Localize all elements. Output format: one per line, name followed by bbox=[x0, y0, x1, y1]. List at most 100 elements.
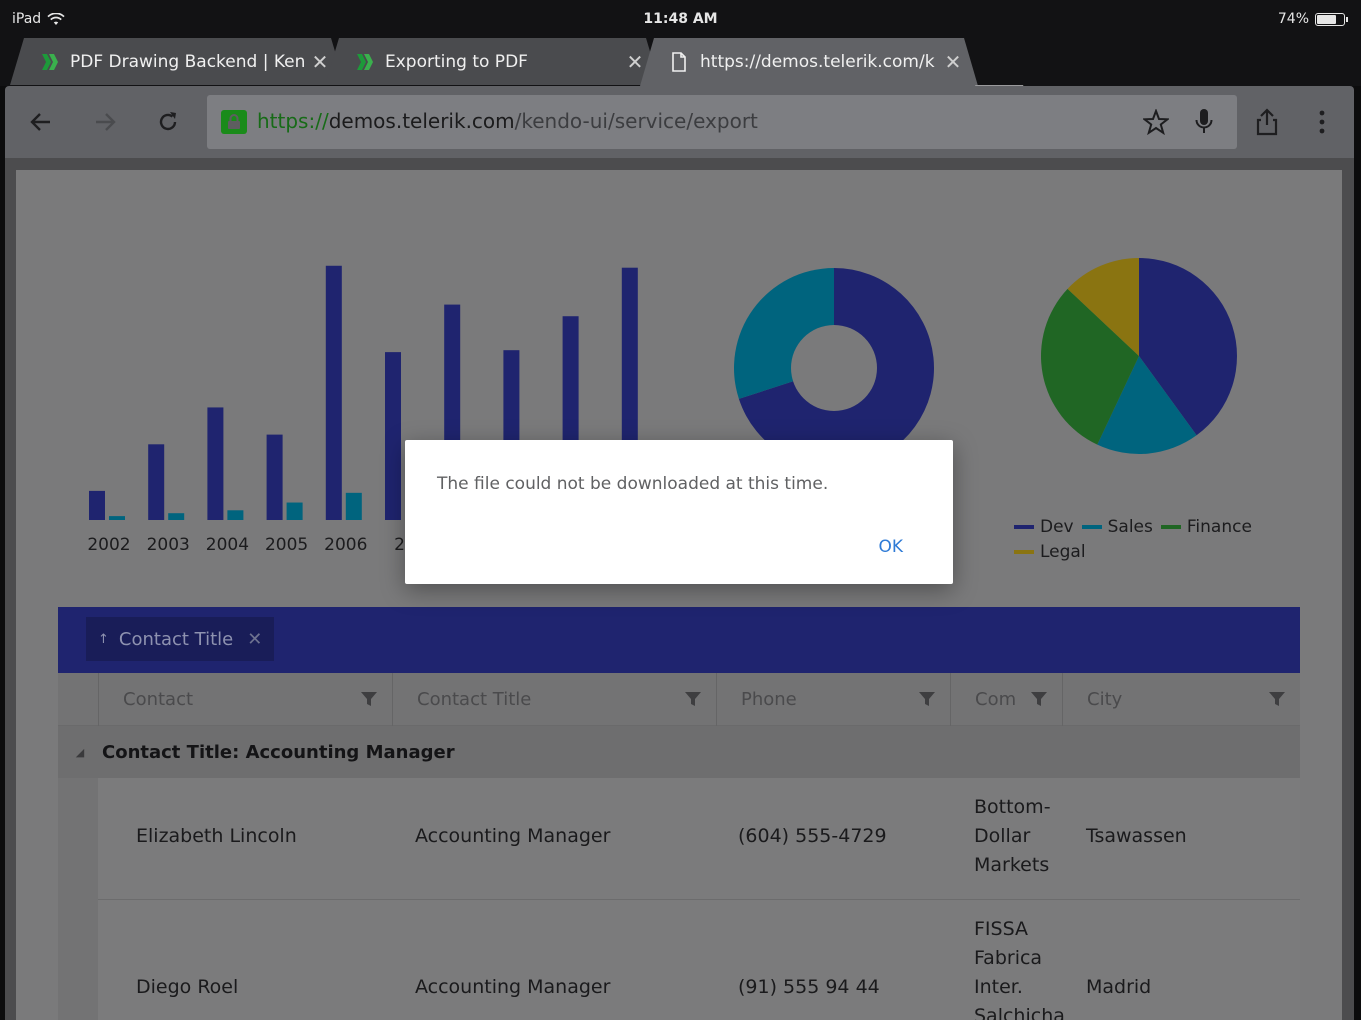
cell-title: Accounting Manager bbox=[415, 976, 611, 998]
bar-series-1 bbox=[148, 444, 165, 520]
menu-button[interactable] bbox=[1300, 100, 1344, 144]
company-line: FISSA bbox=[974, 918, 1029, 940]
cell-contact: Elizabeth Lincoln bbox=[136, 825, 297, 847]
url-scheme: https:// bbox=[257, 109, 329, 133]
ok-button[interactable]: OK bbox=[878, 537, 903, 557]
filter-icon[interactable] bbox=[360, 690, 378, 708]
legend-swatch bbox=[1014, 525, 1034, 529]
cell-city: Tsawassen bbox=[1086, 825, 1187, 847]
bookmark-star-icon[interactable] bbox=[1139, 105, 1173, 139]
legend-item-legal: Legal bbox=[1014, 541, 1086, 563]
group-chip[interactable]: ↑ Contact Title ✕ bbox=[86, 617, 275, 661]
x-tick-label: 2006 bbox=[324, 535, 367, 555]
tab-strip: PDF Drawing Backend | Ken ✕ Exporting to… bbox=[0, 38, 1361, 113]
url-text: https://demos.telerik.com/kendo-ui/servi… bbox=[257, 109, 758, 133]
bar-series-1 bbox=[325, 265, 342, 520]
cell-title: Accounting Manager bbox=[415, 825, 611, 847]
sort-ascending-icon: ↑ bbox=[98, 631, 109, 647]
microphone-icon[interactable] bbox=[1187, 105, 1221, 139]
battery-icon bbox=[1315, 12, 1348, 26]
company-line: Dollar bbox=[974, 825, 1031, 847]
arrow-right-icon bbox=[96, 113, 116, 131]
back-button[interactable] bbox=[19, 100, 63, 144]
tab-title: Exporting to PDF bbox=[385, 51, 528, 72]
battery-percent: 74% bbox=[1277, 11, 1309, 27]
column-header-city[interactable]: City bbox=[1062, 673, 1300, 726]
page-icon bbox=[668, 51, 690, 73]
filter-icon[interactable] bbox=[1268, 690, 1286, 708]
more-vertical-icon bbox=[1319, 110, 1325, 134]
legend-item-dev: Dev bbox=[1014, 516, 1074, 538]
company-line: Markets bbox=[974, 854, 1050, 876]
status-bar: iPad 11:48 AM 74% bbox=[0, 0, 1361, 38]
legend-swatch bbox=[1160, 525, 1181, 529]
group-chip-label: Contact Title bbox=[118, 628, 234, 650]
bar-series-1 bbox=[266, 434, 283, 520]
table-row[interactable]: Diego Roel Accounting Manager (91) 555 9… bbox=[98, 900, 1300, 1020]
filter-icon[interactable] bbox=[1030, 690, 1048, 708]
group-row: ◢ Contact Title: Accounting Manager bbox=[58, 726, 1300, 778]
bar-series-2 bbox=[168, 513, 185, 520]
alert-dialog: The file could not be downloaded at this… bbox=[405, 440, 953, 584]
clock: 11:48 AM bbox=[643, 11, 718, 27]
cell-phone: (91) 555 94 44 bbox=[738, 976, 880, 998]
group-row-label: Contact Title: Accounting Manager bbox=[102, 741, 455, 763]
bar-series-1 bbox=[207, 407, 224, 520]
close-icon[interactable]: ✕ bbox=[307, 50, 333, 74]
share-icon bbox=[1256, 108, 1278, 136]
filter-icon[interactable] bbox=[684, 690, 702, 708]
forward-button[interactable] bbox=[83, 100, 127, 144]
legend-item-finance: Finance bbox=[1160, 516, 1252, 538]
tab-title: PDF Drawing Backend | Ken bbox=[70, 51, 306, 72]
legend-swatch bbox=[1081, 525, 1102, 529]
column-headers: Contact Contact Title Phone Com City bbox=[58, 673, 1300, 726]
reload-button[interactable] bbox=[146, 100, 190, 144]
lock-icon bbox=[221, 110, 247, 134]
address-bar[interactable]: https://demos.telerik.com/kendo-ui/servi… bbox=[207, 95, 1237, 149]
bar-series-2 bbox=[227, 510, 244, 520]
cell-company: Bottom- Dollar Markets bbox=[974, 793, 1051, 880]
ipad-screen: iPad 11:48 AM 74% PDF Drawing Backend | … bbox=[0, 0, 1361, 1020]
cell-contact: Diego Roel bbox=[136, 976, 239, 998]
grouping-header: ↑ Contact Title ✕ bbox=[58, 607, 1300, 673]
web-page: 2002200320042005200620 DevSalesFinance L… bbox=[16, 170, 1342, 1020]
share-button[interactable] bbox=[1245, 100, 1289, 144]
dialog-message: The file could not be downloaded at this… bbox=[437, 474, 829, 494]
column-title: Contact bbox=[123, 689, 194, 710]
legend-item-sales: Sales bbox=[1081, 516, 1153, 538]
bar-series-1 bbox=[89, 490, 105, 520]
filter-icon[interactable] bbox=[918, 690, 936, 708]
reload-icon bbox=[159, 112, 177, 131]
tab-pdf-drawing-backend[interactable]: PDF Drawing Backend | Ken ✕ bbox=[10, 38, 345, 85]
company-line: Inter. bbox=[974, 976, 1023, 998]
column-title: Com bbox=[975, 689, 1017, 710]
collapse-triangle-icon[interactable]: ◢ bbox=[58, 746, 102, 759]
url-path: /kendo-ui/service/export bbox=[514, 109, 758, 133]
pie-chart bbox=[1041, 258, 1237, 454]
donut-hole bbox=[791, 325, 877, 411]
tab-telerik-demos[interactable]: https://demos.telerik.com/k ✕ bbox=[640, 38, 978, 86]
browser-toolbar: https://demos.telerik.com/kendo-ui/servi… bbox=[5, 86, 1354, 158]
legend-label: Dev bbox=[1040, 517, 1074, 537]
cell-company: FISSA Fabrica Inter. Salchicha bbox=[974, 915, 1065, 1020]
status-right: 74% bbox=[1277, 11, 1348, 27]
x-tick-label: 2004 bbox=[206, 535, 249, 555]
tab-exporting-to-pdf[interactable]: Exporting to PDF ✕ bbox=[325, 38, 660, 85]
legend-swatch bbox=[1014, 550, 1034, 554]
legend-label: Legal bbox=[1040, 542, 1086, 562]
battery-fill bbox=[1317, 14, 1336, 24]
column-title: Contact Title bbox=[417, 689, 532, 710]
column-header-contact[interactable]: Contact bbox=[98, 673, 392, 726]
column-header-contact-title[interactable]: Contact Title bbox=[392, 673, 716, 726]
cell-city: Madrid bbox=[1086, 976, 1152, 998]
x-tick-label: 2005 bbox=[265, 535, 308, 555]
table-row[interactable]: Elizabeth Lincoln Accounting Manager (60… bbox=[98, 778, 1300, 900]
bar-series-1 bbox=[385, 352, 401, 520]
remove-group-icon[interactable]: ✕ bbox=[247, 629, 262, 650]
close-icon[interactable]: ✕ bbox=[622, 50, 648, 74]
grid-group-gutter bbox=[58, 778, 98, 1020]
column-header-company[interactable]: Com bbox=[950, 673, 1062, 726]
kendo-icon bbox=[38, 51, 60, 73]
close-icon[interactable]: ✕ bbox=[940, 50, 966, 74]
column-header-phone[interactable]: Phone bbox=[716, 673, 950, 726]
